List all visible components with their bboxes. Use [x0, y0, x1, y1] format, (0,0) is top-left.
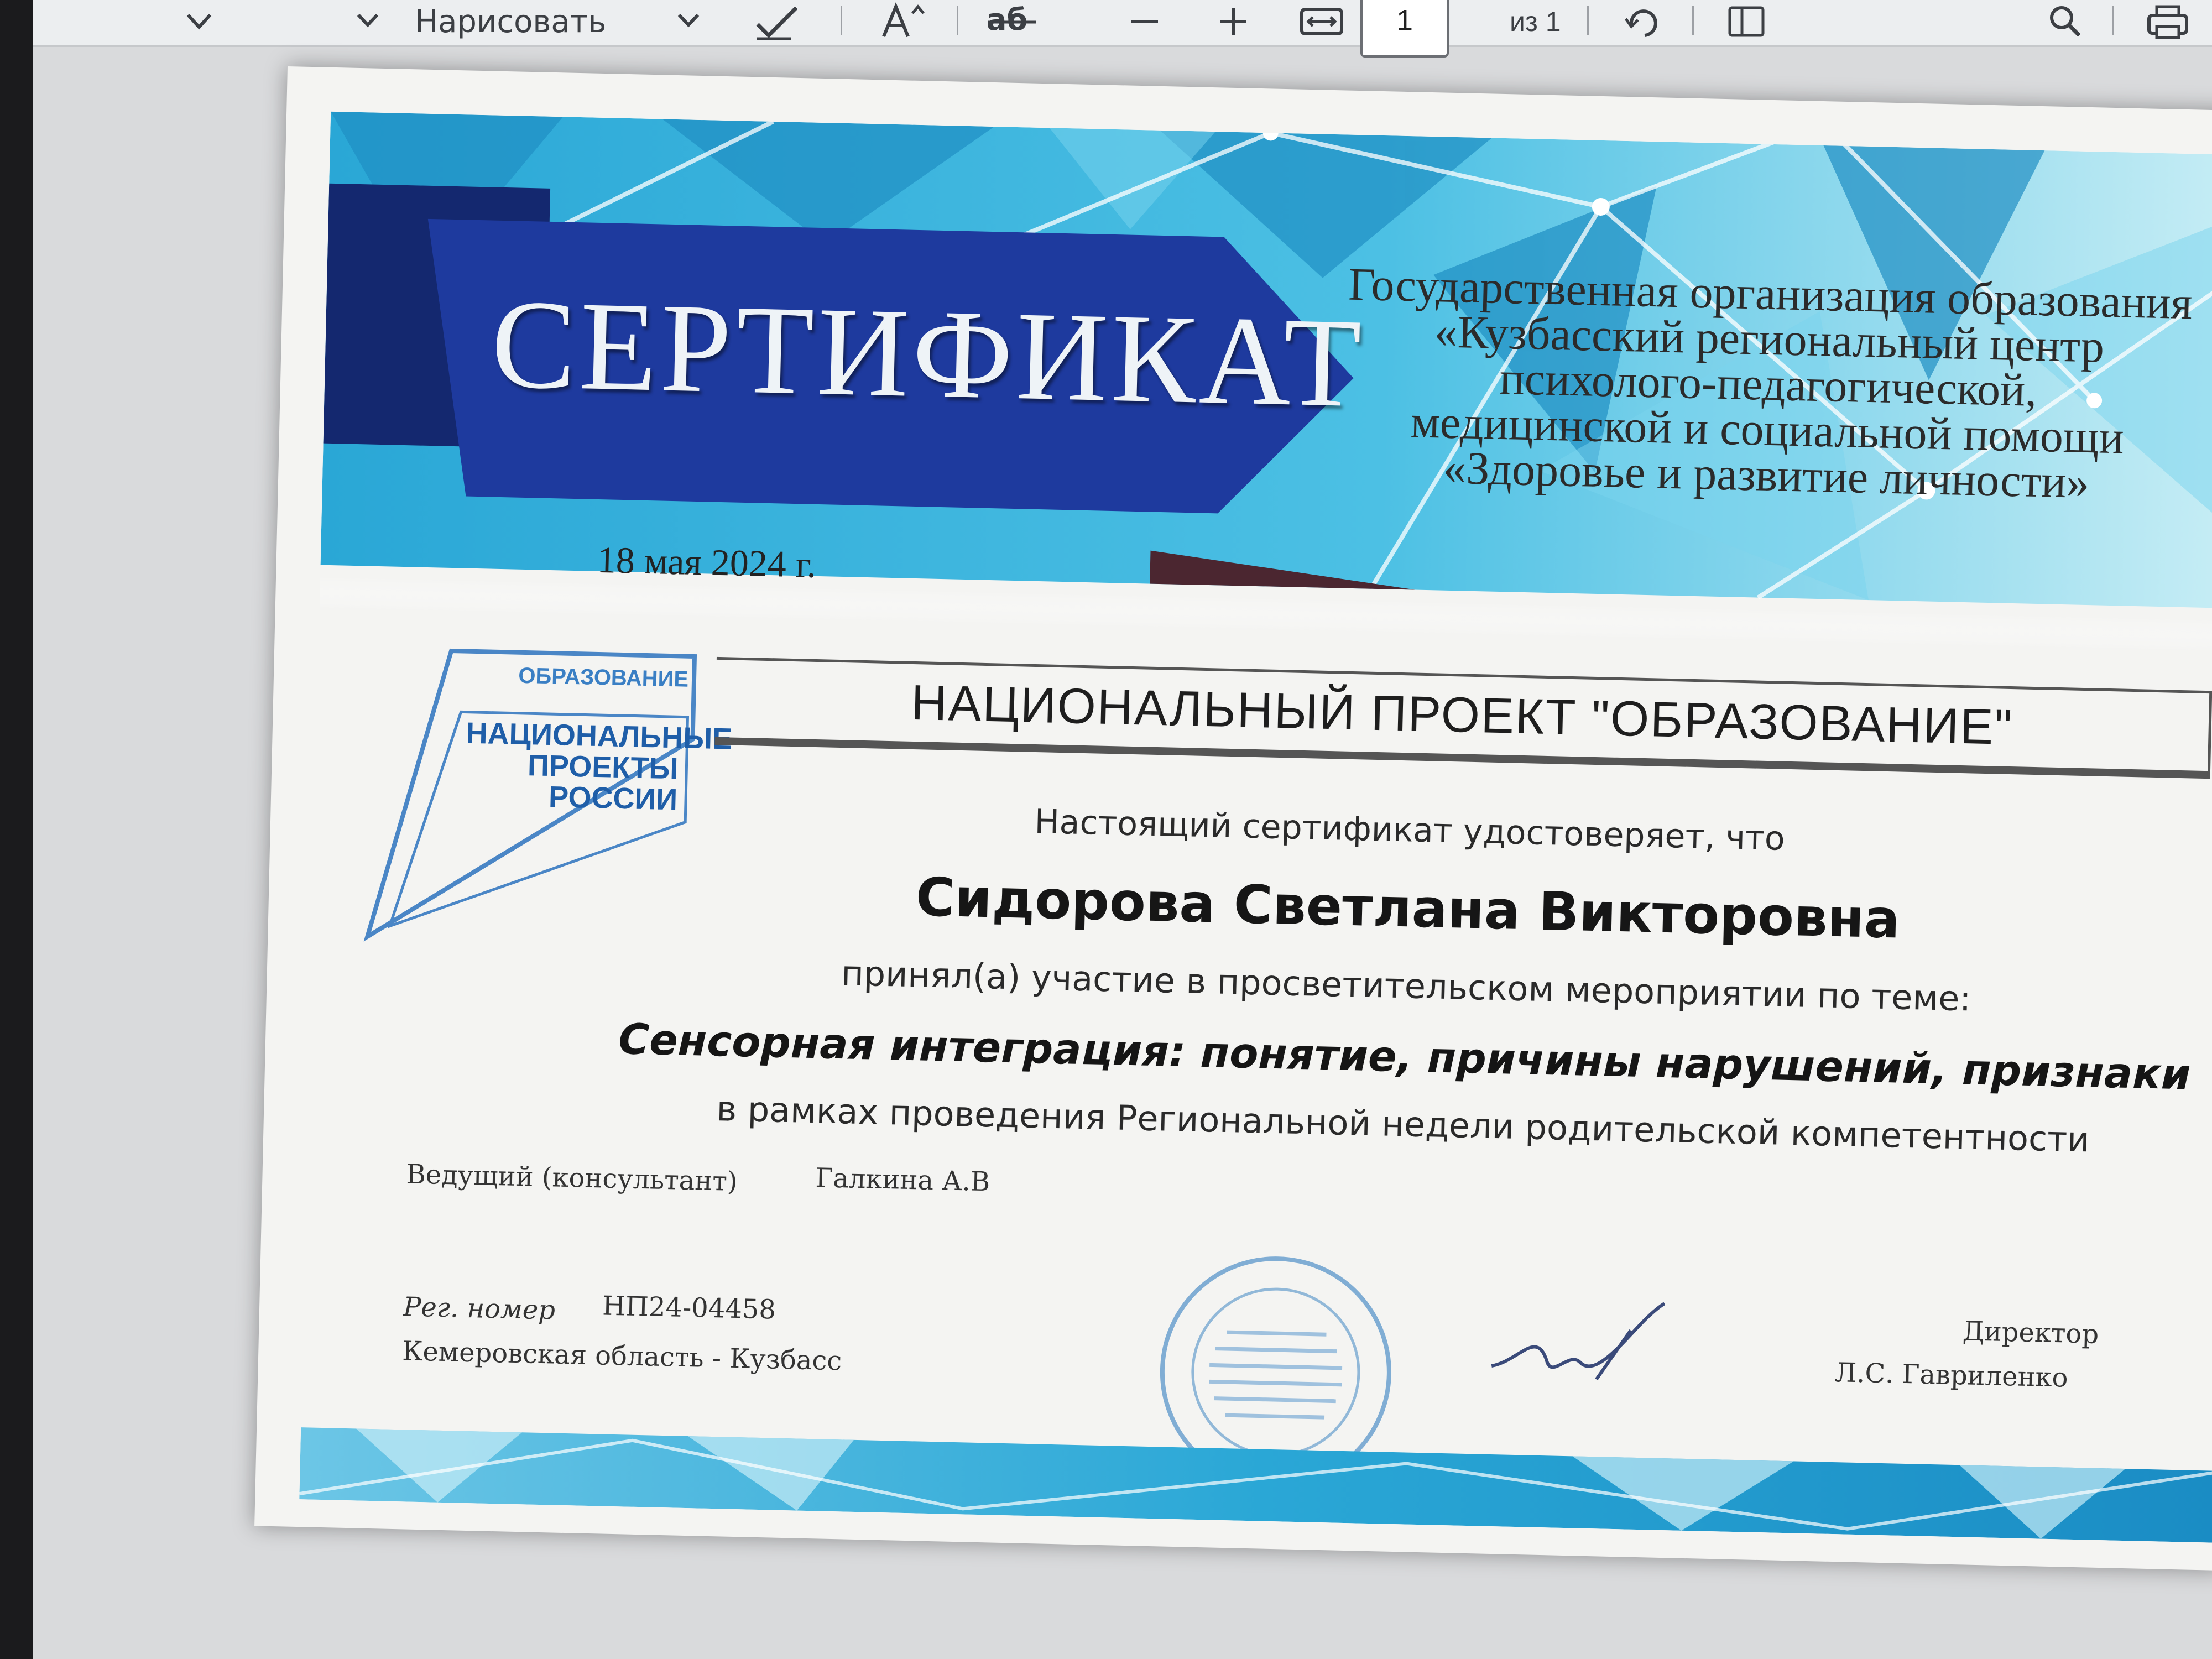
event-framework: в рамках проведения Региональной недели … [716, 1088, 2090, 1160]
certificate-title: СЕРТИФИКАТ [489, 273, 1366, 434]
logo-line-2: ПРОЕКТЫ [527, 749, 679, 786]
signature-icon [1491, 1302, 1666, 1381]
event-topic: Сенсорная интеграция: понятие, причины н… [618, 1014, 2192, 1099]
reg-number: НП24-04458 [602, 1290, 776, 1326]
logo-top-text: ОБРАЗОВАНИЕ [518, 663, 689, 692]
highlight-dropdown-icon[interactable] [182, 0, 216, 43]
fit-width-icon[interactable] [1300, 0, 1344, 43]
text-size-icon[interactable] [879, 0, 929, 43]
reg-number-label: Рег. номер [403, 1291, 556, 1326]
certifies-text: Настоящий сертификат удостоверяет, что [1034, 802, 1786, 858]
print-icon[interactable] [2146, 0, 2190, 43]
issue-date: 18 мая 2024 г. [597, 538, 817, 586]
draw-dropdown-icon[interactable] [675, 0, 702, 43]
rotate-icon[interactable] [1620, 0, 1665, 43]
zoom-out-icon[interactable] [1128, 0, 1161, 43]
text-edit-icon[interactable]: аб [984, 0, 1040, 43]
draw-button[interactable]: Нарисовать [415, 0, 606, 43]
page-number-input[interactable]: 1 [1360, 0, 1449, 58]
logo-line-1: НАЦИОНАЛЬНЫЕ [466, 716, 733, 756]
recipient-name: Сидорова Светлана Викторовна [915, 866, 1901, 951]
host-label: Ведущий (консультант) [405, 1159, 738, 1197]
region: Кемеровская область - Кузбасс [401, 1335, 842, 1377]
page-view-icon[interactable] [1725, 0, 1770, 43]
participation-text: принял(а) участие в просветительском мер… [841, 953, 1972, 1019]
dropdown-arrow-icon[interactable] [354, 0, 382, 43]
organization-name: Государственная организация образования … [1318, 259, 2212, 509]
zoom-in-icon[interactable] [1217, 0, 1250, 43]
pen-icon[interactable] [752, 0, 802, 43]
svg-text:аб: аб [987, 2, 1027, 37]
certificate-page: СЕРТИФИКАТ Государственная организация о… [254, 66, 2212, 1571]
director-label: Директор [1962, 1316, 2099, 1350]
project-title: НАЦИОНАЛЬНЫЙ ПРОЕКТ "ОБРАЗОВАНИЕ" [910, 675, 2014, 755]
page-total: из 1 [1510, 6, 1561, 37]
viewer-toolbar: Нарисовать аб 1 из 1 [33, 0, 2212, 58]
director-name: Л.С. Гавриленко [1834, 1357, 2069, 1394]
project-title-box: НАЦИОНАЛЬНЫЙ ПРОЕКТ "ОБРАЗОВАНИЕ" [714, 656, 2212, 779]
pdf-viewer: Нарисовать аб 1 из 1 СЕРТИФИКАТ Государс… [33, 0, 2212, 1659]
host-name: Галкина А.В [815, 1162, 990, 1198]
search-icon[interactable] [2046, 0, 2085, 43]
